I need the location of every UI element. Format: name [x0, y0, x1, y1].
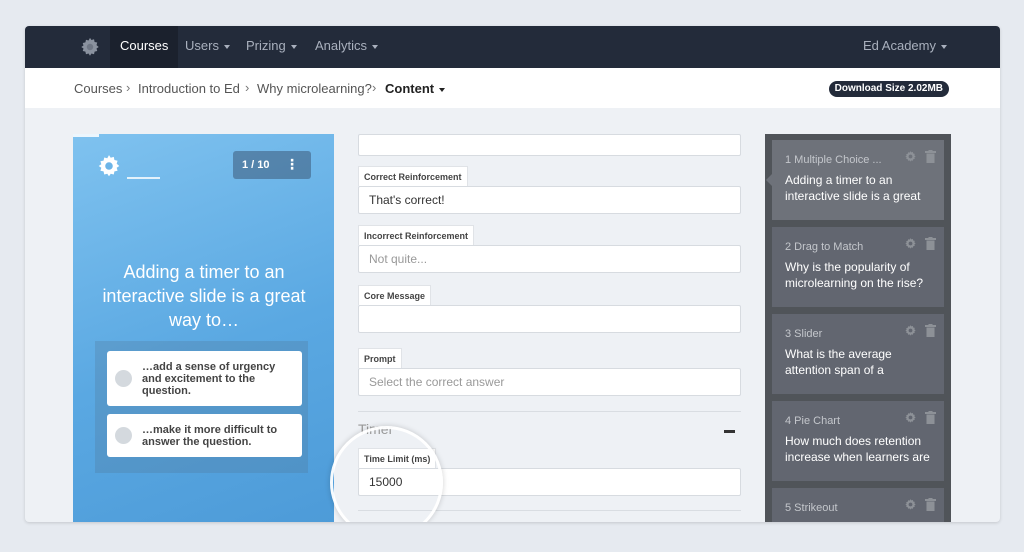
- breadcrumb-lesson[interactable]: Why microlearning?: [257, 81, 372, 96]
- trash-icon[interactable]: [925, 150, 936, 163]
- breadcrumb-separator: ›: [372, 80, 377, 95]
- answer-list: …add a sense of urgency and excitement t…: [95, 341, 308, 473]
- slide-title: Adding a timer to an interactive slide i…: [785, 173, 921, 203]
- slide-preview: 1 / 10 ⋮ Adding a timer to an interactiv…: [73, 134, 334, 522]
- org-switcher[interactable]: Ed Academy: [853, 26, 957, 68]
- chevron-down-icon: [941, 44, 947, 49]
- section-divider: [358, 411, 741, 412]
- gear-icon[interactable]: [904, 237, 917, 250]
- answer-text: …make it more difficult to answer the qu…: [142, 424, 278, 448]
- time-limit-label: Time Limit (ms): [358, 448, 437, 468]
- chevron-down-icon: [223, 44, 230, 49]
- nav-users[interactable]: Users: [175, 26, 240, 68]
- breadcrumb-courses[interactable]: Courses: [74, 81, 122, 96]
- chevron-down-icon: [290, 44, 297, 49]
- time-limit-input[interactable]: 15000: [358, 468, 741, 496]
- breadcrumb: Courses › Introduction to Ed › Why micro…: [25, 68, 1000, 108]
- title-underline: [127, 177, 160, 179]
- slide-title: Why is the popularity of microlearning o…: [785, 260, 924, 290]
- timer-section-title: Timer: [358, 421, 394, 437]
- slide-title: How much does retention increase when le…: [785, 434, 930, 464]
- slide-meta: 2 Drag to Match: [785, 241, 864, 253]
- top-nav: Courses Users Prizing Analytics Ed Acade…: [25, 26, 1000, 68]
- slide-card[interactable]: 1 Multiple Choice ... Adding a timer to …: [766, 140, 944, 220]
- slide-meta: 5 Strikeout: [785, 502, 838, 514]
- core-message-input[interactable]: [358, 305, 741, 333]
- gear-icon[interactable]: [904, 411, 917, 424]
- slide-title: [785, 520, 935, 522]
- selected-pointer: [766, 174, 772, 186]
- section-divider: [358, 510, 741, 511]
- slide-card[interactable]: 3 Slider What is the average attention s…: [772, 314, 944, 394]
- breadcrumb-separator: ›: [245, 80, 250, 95]
- gear-logo-icon: [98, 155, 120, 177]
- nav-analytics[interactable]: Analytics: [305, 26, 388, 68]
- correct-reinforcement-label: Correct Reinforcement: [358, 166, 468, 186]
- nav-courses[interactable]: Courses: [110, 26, 179, 68]
- question-text: Adding a timer to an interactive slide i…: [102, 262, 306, 330]
- top-field-input[interactable]: [358, 134, 741, 156]
- prompt-label: Prompt: [358, 348, 402, 368]
- breadcrumb-course[interactable]: Introduction to Ed: [138, 81, 240, 96]
- prompt-input[interactable]: Select the correct answer: [358, 368, 741, 396]
- gear-icon[interactable]: [904, 150, 917, 163]
- more-vertical-icon[interactable]: ⋮: [285, 157, 299, 171]
- slide-list: 1 Multiple Choice ... Adding a timer to …: [765, 134, 951, 522]
- trash-icon[interactable]: [925, 324, 936, 337]
- core-message-label: Core Message: [358, 285, 432, 305]
- incorrect-reinforcement-input[interactable]: Not quite...: [358, 245, 741, 273]
- answer-text: …add a sense of urgency and excitement t…: [142, 361, 276, 397]
- progress-indicator: [73, 134, 99, 137]
- chevron-down-icon: [439, 87, 446, 92]
- trash-icon[interactable]: [925, 237, 936, 250]
- slide-title: What is the average attention span of a: [785, 347, 892, 377]
- trash-icon[interactable]: [925, 411, 936, 424]
- slide-card[interactable]: 5 Strikeout: [772, 488, 944, 522]
- slide-card[interactable]: 4 Pie Chart How much does retention incr…: [772, 401, 944, 481]
- slide-meta: 3 Slider: [785, 328, 823, 340]
- answer-option[interactable]: …add a sense of urgency and excitement t…: [107, 351, 302, 406]
- correct-reinforcement-input[interactable]: That's correct!: [358, 186, 741, 214]
- chevron-down-icon: [372, 44, 379, 49]
- breadcrumb-separator: ›: [126, 80, 131, 95]
- collapse-icon[interactable]: [724, 430, 735, 433]
- incorrect-reinforcement-label: Incorrect Reinforcement: [358, 225, 475, 245]
- radio-icon: [115, 427, 132, 444]
- slide-counter: 1 / 10 ⋮: [233, 151, 311, 179]
- trash-icon[interactable]: [925, 498, 936, 511]
- gear-icon[interactable]: [904, 324, 917, 337]
- slide-meta: 1 Multiple Choice ...: [785, 154, 882, 166]
- download-size-badge: Download Size 2.02MB: [828, 81, 949, 97]
- gear-logo-icon[interactable]: [79, 36, 101, 58]
- slide-counter-text: 1 / 10: [242, 159, 270, 171]
- gear-icon[interactable]: [904, 498, 917, 511]
- radio-icon: [115, 370, 132, 387]
- slide-card[interactable]: 2 Drag to Match Why is the popularity of…: [772, 227, 944, 307]
- nav-prizing[interactable]: Prizing: [236, 26, 307, 68]
- answer-option[interactable]: …make it more difficult to answer the qu…: [107, 414, 302, 457]
- slide-meta: 4 Pie Chart: [785, 415, 841, 427]
- breadcrumb-content-dropdown[interactable]: Content: [385, 81, 446, 96]
- app-window: Courses Users Prizing Analytics Ed Acade…: [25, 26, 1000, 522]
